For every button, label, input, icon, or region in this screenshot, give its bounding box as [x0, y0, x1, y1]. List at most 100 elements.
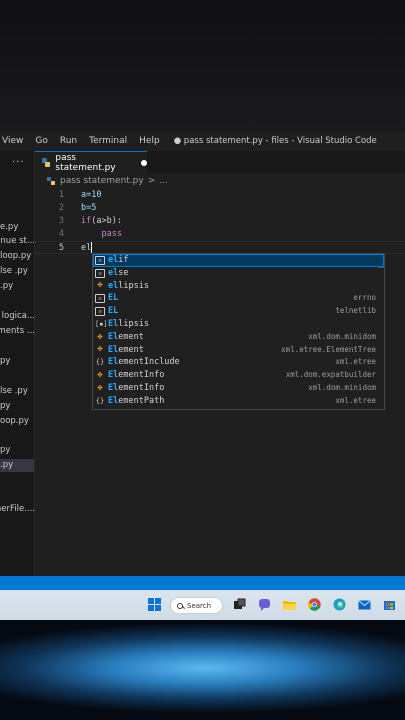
suggestion-detail: xml.dom.minidom	[308, 382, 376, 392]
suggestion-item[interactable]: ✥ Element xml.dom.minidom	[93, 331, 384, 344]
code-line: 2 b=5	[35, 202, 405, 215]
suggestion-item[interactable]: ≡ EL errno	[93, 292, 384, 305]
tab-label: pass statement.py	[55, 152, 116, 173]
autocomplete-widget: ≡ elif ≡ else ✥ ellipsis ≡ EL errno ≡ EL telnetlib[…	[92, 253, 385, 410]
code-line: 4 pass	[35, 228, 405, 241]
explorer-file[interactable]: py	[0, 400, 34, 413]
code-editor[interactable]: 1 a=10 2 b=5 3 if(a>b): 4 pass 5 el	[35, 189, 405, 254]
suggestion-label: Ellipsis	[108, 318, 149, 329]
suggestion-item[interactable]: ≡ else	[93, 267, 384, 280]
explorer-file[interactable]: n logica...	[0, 310, 34, 323]
explorer-file[interactable]: nerFile....	[0, 503, 34, 516]
code-text: a=10	[81, 190, 102, 200]
more-actions-icon[interactable]: ···	[12, 157, 25, 168]
suggestion-detail: xml.etree	[335, 395, 376, 405]
code-line: 3 if(a>b):	[35, 215, 405, 228]
keyword-icon: ≡	[95, 255, 105, 265]
taskbar-search-label: Search	[187, 601, 212, 610]
class-icon: ✥	[97, 370, 103, 381]
task-view-icon[interactable]	[233, 598, 246, 611]
suggestion-label: Element	[108, 331, 144, 342]
breadcrumb-more[interactable]: ...	[159, 176, 168, 186]
menu-help[interactable]: Help	[133, 136, 166, 146]
suggestion-item[interactable]: ✥ ElementInfo xml.dom.minidom	[93, 382, 384, 395]
taskbar-search-box[interactable]: Search	[170, 597, 223, 614]
breadcrumb-file[interactable]: pass statement.py	[60, 176, 144, 186]
menu-terminal[interactable]: Terminal	[83, 136, 133, 146]
suggestion-item[interactable]: [▪] Ellipsis	[93, 318, 384, 331]
code-text: el	[81, 242, 93, 253]
menu-view[interactable]: View	[0, 136, 29, 146]
python-file-icon	[47, 177, 55, 185]
menu-run[interactable]: Run	[54, 136, 83, 146]
chat-icon[interactable]	[258, 598, 271, 611]
python-file-icon	[42, 158, 51, 167]
explorer-file[interactable]: loop.py	[0, 250, 34, 263]
suggestion-detail: telnetlib	[335, 306, 376, 316]
variable-icon: [▪]	[95, 319, 108, 328]
chrome-icon[interactable]	[308, 598, 321, 611]
store-icon[interactable]	[383, 598, 396, 611]
suggestion-detail: xml.etree	[335, 357, 376, 367]
code-text: pass	[81, 229, 122, 239]
suggestion-label: EL	[108, 293, 119, 304]
explorer-file[interactable]: e.py	[0, 221, 34, 234]
menu-bar: View Go Run Terminal Help ● pass stateme…	[0, 131, 405, 151]
window-title: ● pass statement.py - files - Visual Stu…	[173, 136, 377, 146]
suggestion-item[interactable]: ✥ ElementInfo xml.dom.expatbuilder	[93, 369, 384, 382]
explorer-file[interactable]: lse .py	[0, 265, 34, 278]
video-bottom-area	[0, 620, 405, 720]
explorer-file[interactable]: py	[0, 444, 34, 457]
explorer-file[interactable]: lse .py	[0, 385, 34, 398]
explorer-file[interactable]: py	[0, 355, 34, 368]
suggestion-item[interactable]: {} ElementInclude xml.etree	[93, 356, 384, 369]
video-top-area	[0, 0, 405, 131]
suggestion-item[interactable]: {} ElementPath xml.etree	[93, 395, 384, 408]
mail-icon[interactable]	[358, 598, 371, 611]
keyword-icon: ≡	[95, 307, 105, 317]
code-text: if(a>b):	[81, 216, 122, 226]
suggestion-label: ElementInclude	[108, 357, 180, 368]
module-icon: {}	[95, 358, 105, 367]
suggestion-label: ElementInfo	[108, 370, 165, 381]
suggestion-item[interactable]: ✥ Element xml.etree.ElementTree	[93, 344, 384, 357]
code-text: b=5	[81, 203, 97, 213]
suggestion-label: EL	[108, 306, 119, 317]
keyword-icon: ≡	[95, 268, 105, 278]
file-explorer-icon[interactable]	[283, 598, 296, 611]
explorer-file[interactable]: tinue st...	[0, 235, 34, 248]
explorer-file[interactable]: .py	[0, 280, 34, 293]
status-bar	[0, 576, 405, 590]
line-number: 1	[58, 190, 64, 200]
keyword-icon: ≡	[95, 294, 105, 304]
module-icon: {}	[95, 396, 105, 405]
unsaved-dot-icon[interactable]	[141, 159, 147, 166]
suggestion-item[interactable]: ≡ EL telnetlib	[93, 305, 384, 318]
tab-pass-statement[interactable]: pass statement.py	[35, 151, 147, 173]
line-number: 2	[58, 203, 64, 213]
explorer-sidebar: ··· e.py tinue st... loop.py lse .py .py…	[0, 151, 35, 576]
text-cursor	[91, 242, 93, 253]
menu-go[interactable]: Go	[29, 136, 53, 146]
tab-bar: pass statement.py	[35, 151, 405, 173]
line-number: 5	[58, 243, 64, 253]
suggestion-detail: xml.dom.expatbuilder	[285, 370, 376, 380]
explorer-file-active[interactable]: .py	[0, 459, 34, 472]
windows-start-icon[interactable]	[148, 598, 161, 611]
explorer-file[interactable]: ments ...	[0, 325, 34, 338]
code-line: 1 a=10	[35, 189, 405, 202]
suggestion-detail: errno	[353, 293, 376, 303]
suggestion-item[interactable]: ✥ ellipsis	[93, 280, 384, 293]
suggestion-label: ElementInfo	[108, 382, 165, 393]
explorer-file[interactable]: oop.py	[0, 415, 34, 428]
search-icon	[177, 602, 183, 609]
class-icon: ✥	[97, 280, 103, 291]
suggestion-label: ellipsis	[108, 280, 149, 291]
suggestion-label: Element	[108, 344, 144, 355]
edge-icon[interactable]	[333, 598, 346, 611]
suggestion-label: ElementPath	[108, 395, 165, 406]
line-number: 3	[58, 216, 64, 226]
suggestion-label: elif	[108, 255, 129, 265]
suggestion-label: else	[108, 267, 129, 278]
suggestion-item[interactable]: ≡ elif	[93, 254, 384, 267]
